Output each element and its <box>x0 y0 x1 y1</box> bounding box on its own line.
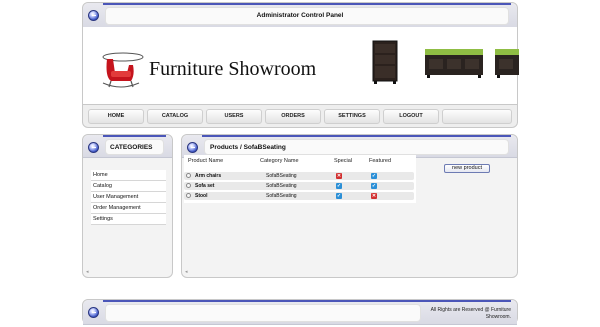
special-check-icon[interactable]: ✓ <box>336 193 342 199</box>
categories-panel: CATEGORIES Home Catalog User Management … <box>82 134 173 278</box>
header-bar: Administrator Control Panel <box>83 3 517 28</box>
sidebar-item-catalog[interactable]: Catalog <box>91 181 166 192</box>
featured-check-icon[interactable]: ✓ <box>371 173 377 179</box>
main-nav: HOME CATALOG USERS ORDERS SETTINGS LOGOU… <box>82 104 518 128</box>
scroll-left-icon[interactable]: ◂ <box>185 269 188 275</box>
sidebar-title: CATEGORIES <box>110 144 153 151</box>
footer-bar-inner <box>105 304 421 322</box>
sidebar-list: Home Catalog User Management Order Manag… <box>91 170 166 225</box>
column-header-category: Category Name <box>260 158 299 164</box>
table-row[interactable]: Arm chairs SofaBSeating ✕ ✓ <box>184 172 414 180</box>
product-name: Arm chairs <box>195 173 222 179</box>
radio-icon[interactable] <box>186 183 191 188</box>
cabinet-image <box>372 40 398 84</box>
column-header-special: Special <box>334 158 353 164</box>
product-name: Sofa set <box>195 183 215 189</box>
page-title: Administrator Control Panel <box>256 12 344 19</box>
nav-settings[interactable]: SETTINGS <box>324 109 380 124</box>
radio-icon[interactable] <box>186 193 191 198</box>
products-panel: Products / SofaBSeating Product Name Cat… <box>181 134 518 278</box>
featured-cross-icon[interactable]: ✕ <box>371 193 377 199</box>
table-row[interactable]: Sofa set SofaBSeating ✓ ✓ <box>184 182 414 190</box>
column-header-featured: Featured <box>369 158 392 164</box>
radio-icon[interactable] <box>186 173 191 178</box>
column-header-name: Product Name <box>188 158 224 164</box>
product-name: Stool <box>195 193 208 199</box>
sidebar-item-order-management[interactable]: Order Management <box>91 203 166 214</box>
tv-stand-image-partial <box>495 49 519 78</box>
sidebar-item-user-management[interactable]: User Management <box>91 192 166 203</box>
special-cross-icon[interactable]: ✕ <box>336 173 342 179</box>
nav-logout[interactable]: LOGOUT <box>383 109 439 124</box>
nav-home[interactable]: HOME <box>88 109 144 124</box>
footer-panel: All Rights are Reserved @ Furniture Show… <box>82 299 518 325</box>
tv-stand-image <box>425 49 483 78</box>
copyright-line-2: Showroom. <box>485 313 511 320</box>
products-title: Products / SofaBSeating <box>210 144 286 151</box>
copyright-line-1: All Rights are Reserved @ Furniture <box>430 307 511 313</box>
product-category: SofaBSeating <box>266 193 297 199</box>
footer-bar: All Rights are Reserved @ Furniture Show… <box>83 300 517 325</box>
nav-blank[interactable] <box>442 109 512 124</box>
globe-icon <box>88 307 99 318</box>
product-category: SofaBSeating <box>266 183 297 189</box>
special-check-icon[interactable]: ✓ <box>336 183 342 189</box>
product-category: SofaBSeating <box>266 173 297 179</box>
categories-bar: CATEGORIES <box>83 135 172 158</box>
globe-icon <box>88 142 99 153</box>
nav-orders[interactable]: ORDERS <box>265 109 321 124</box>
new-product-button[interactable]: new product <box>444 164 490 173</box>
brand-name: Furniture Showroom <box>149 58 317 80</box>
banner: Furniture Showroom <box>82 27 519 104</box>
copyright-text: All Rights are Reserved @ Furniture Show… <box>421 307 511 320</box>
sidebar-item-home[interactable]: Home <box>91 170 166 181</box>
nav-catalog[interactable]: CATALOG <box>147 109 203 124</box>
header-panel: Administrator Control Panel <box>82 2 518 28</box>
sidebar-item-settings[interactable]: Settings <box>91 214 166 225</box>
featured-check-icon[interactable]: ✓ <box>371 183 377 189</box>
scroll-left-icon[interactable]: ◂ <box>86 269 89 275</box>
globe-icon <box>187 142 198 153</box>
chair-logo-icon <box>102 52 144 88</box>
nav-users[interactable]: USERS <box>206 109 262 124</box>
table-row[interactable]: Stool SofaBSeating ✓ ✕ <box>184 192 414 200</box>
